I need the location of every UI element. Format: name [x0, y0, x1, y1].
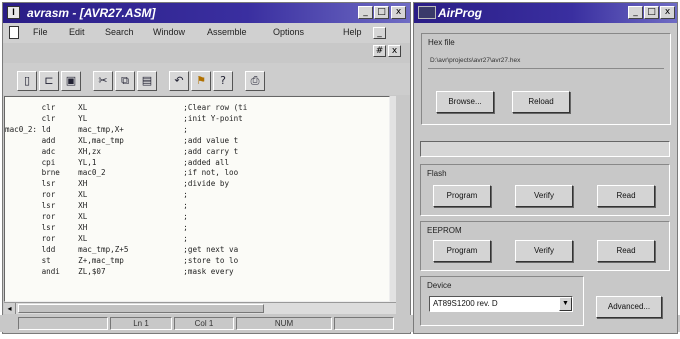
help-icon[interactable]: ?	[213, 71, 233, 91]
hex-file-label: Hex file	[428, 38, 455, 47]
eeprom-program-button[interactable]: Program	[433, 240, 491, 262]
copy-icon[interactable]: ⧉	[115, 71, 135, 91]
menu-search[interactable]: Search	[105, 27, 134, 37]
status-extra	[334, 317, 394, 330]
code-line[interactable]: lsr XH ;	[5, 201, 247, 212]
paste-icon[interactable]: ▤	[137, 71, 157, 91]
eeprom-verify-button[interactable]: Verify	[515, 240, 573, 262]
child-minimize-button[interactable]: _	[373, 27, 386, 39]
save-icon[interactable]: ▣	[61, 71, 81, 91]
menu-options[interactable]: Options	[273, 27, 304, 37]
eeprom-label: EEPROM	[427, 226, 462, 235]
editor-titlebar[interactable]: I avrasm - [AVR27.ASM] _ □ x	[3, 3, 410, 23]
document-icon[interactable]	[9, 26, 19, 39]
flash-group: Flash Program Verify Read	[420, 164, 670, 216]
device-group: Device AT89S1200 rev. D ▼	[420, 276, 584, 326]
menu-window[interactable]: Window	[153, 27, 185, 37]
toolbar: ▯ ⊏ ▣ ✂ ⧉ ▤ ↶ ⚑ ? ⎙	[3, 63, 410, 95]
device-label: Device	[427, 281, 452, 290]
code-line[interactable]: st Z+,mac_tmp ;store to lo	[5, 256, 247, 267]
undo-icon[interactable]: ↶	[169, 71, 189, 91]
minimize-button[interactable]: _	[358, 6, 373, 19]
maximize-button[interactable]: □	[374, 6, 389, 19]
path-divider	[428, 68, 664, 69]
menu-assemble[interactable]: Assemble	[207, 27, 247, 37]
status-line: Ln 1	[110, 317, 172, 330]
reload-button[interactable]: Reload	[512, 91, 570, 113]
chevron-down-icon[interactable]: ▼	[559, 297, 572, 311]
cut-icon[interactable]: ✂	[93, 71, 113, 91]
device-selected-value: AT89S1200 rev. D	[433, 299, 498, 308]
code-line[interactable]: ror XL ;	[5, 190, 247, 201]
airprog-title: AirProg	[438, 6, 483, 20]
code-line[interactable]: mac0_2: ld mac_tmp,X+ ;	[5, 125, 247, 136]
open-file-icon[interactable]: ⊏	[39, 71, 59, 91]
flash-label: Flash	[427, 169, 447, 178]
code-line[interactable]: clr XL ;Clear row (ti	[5, 103, 248, 114]
vertical-scrollbar[interactable]	[390, 96, 396, 302]
code-line[interactable]: lsr XH ;divide by	[5, 179, 247, 190]
code-line[interactable]: lsr XH ;	[5, 223, 247, 234]
scroll-left-icon[interactable]: ◂	[4, 303, 16, 314]
airprog-close-button[interactable]: x	[660, 6, 675, 19]
child-close-button[interactable]: x	[388, 45, 401, 57]
status-blank	[18, 317, 108, 330]
app-icon[interactable]: I	[7, 6, 20, 19]
code-line[interactable]: ror XL ;	[5, 212, 247, 223]
code-line[interactable]: andi ZL,$07 ;mask every	[5, 267, 247, 278]
hex-file-group: Hex file D:\avr\projects\avr27\avr27.hex…	[421, 33, 671, 125]
horizontal-scrollbar[interactable]: ◂	[4, 302, 396, 314]
status-col: Col 1	[174, 317, 234, 330]
menu-bar: File Edit Search Window Assemble Options…	[3, 23, 410, 43]
code-line[interactable]: adc XH,zx ;add carry t	[5, 147, 247, 158]
menu-file[interactable]: File	[33, 27, 48, 37]
code-line[interactable]: clr YL ;init Y-point	[5, 114, 247, 125]
code-line[interactable]: add XL,mac_tmp ;add value t	[5, 136, 247, 147]
menu-edit[interactable]: Edit	[69, 27, 85, 37]
browse-button[interactable]: Browse...	[436, 91, 494, 113]
code-line[interactable]: brne mac0_2 ;if not, loo	[5, 168, 247, 179]
scroll-thumb[interactable]	[18, 304, 264, 313]
airprog-titlebar[interactable]: AirProg _ □ x	[414, 3, 677, 23]
hex-file-path: D:\avr\projects\avr27\avr27.hex	[430, 57, 521, 64]
status-num: NUM	[236, 317, 332, 330]
assemble-icon[interactable]: ⚑	[191, 71, 211, 91]
code-line[interactable]: ror XL ;	[5, 234, 247, 245]
flash-program-button[interactable]: Program	[433, 185, 491, 207]
code-text[interactable]: clr XL ;Clear row (ti clr YL ;init Y-poi…	[5, 103, 247, 278]
print-icon[interactable]: ⎙	[245, 71, 265, 91]
progress-bar	[420, 141, 670, 157]
eeprom-group: EEPROM Program Verify Read	[420, 221, 670, 271]
flash-read-button[interactable]: Read	[597, 185, 655, 207]
window-title: avrasm - [AVR27.ASM]	[27, 6, 156, 20]
airprog-minimize-button[interactable]: _	[628, 6, 643, 19]
eeprom-read-button[interactable]: Read	[597, 240, 655, 262]
flash-verify-button[interactable]: Verify	[515, 185, 573, 207]
airprog-maximize-button[interactable]: □	[644, 6, 659, 19]
airprog-logo-icon[interactable]	[418, 6, 436, 19]
advanced-button[interactable]: Advanced...	[596, 296, 662, 318]
child-restore-button[interactable]: #	[373, 45, 386, 57]
menu-help[interactable]: Help	[343, 27, 362, 37]
code-line[interactable]: ldd mac_tmp,Z+5 ;get next va	[5, 245, 247, 256]
code-line[interactable]: cpi YL,1 ;added all	[5, 158, 247, 169]
code-editor[interactable]: clr XL ;Clear row (ti clr YL ;init Y-poi…	[4, 96, 390, 302]
new-file-icon[interactable]: ▯	[17, 71, 37, 91]
close-button[interactable]: x	[391, 6, 406, 19]
device-select[interactable]: AT89S1200 rev. D ▼	[429, 296, 573, 312]
